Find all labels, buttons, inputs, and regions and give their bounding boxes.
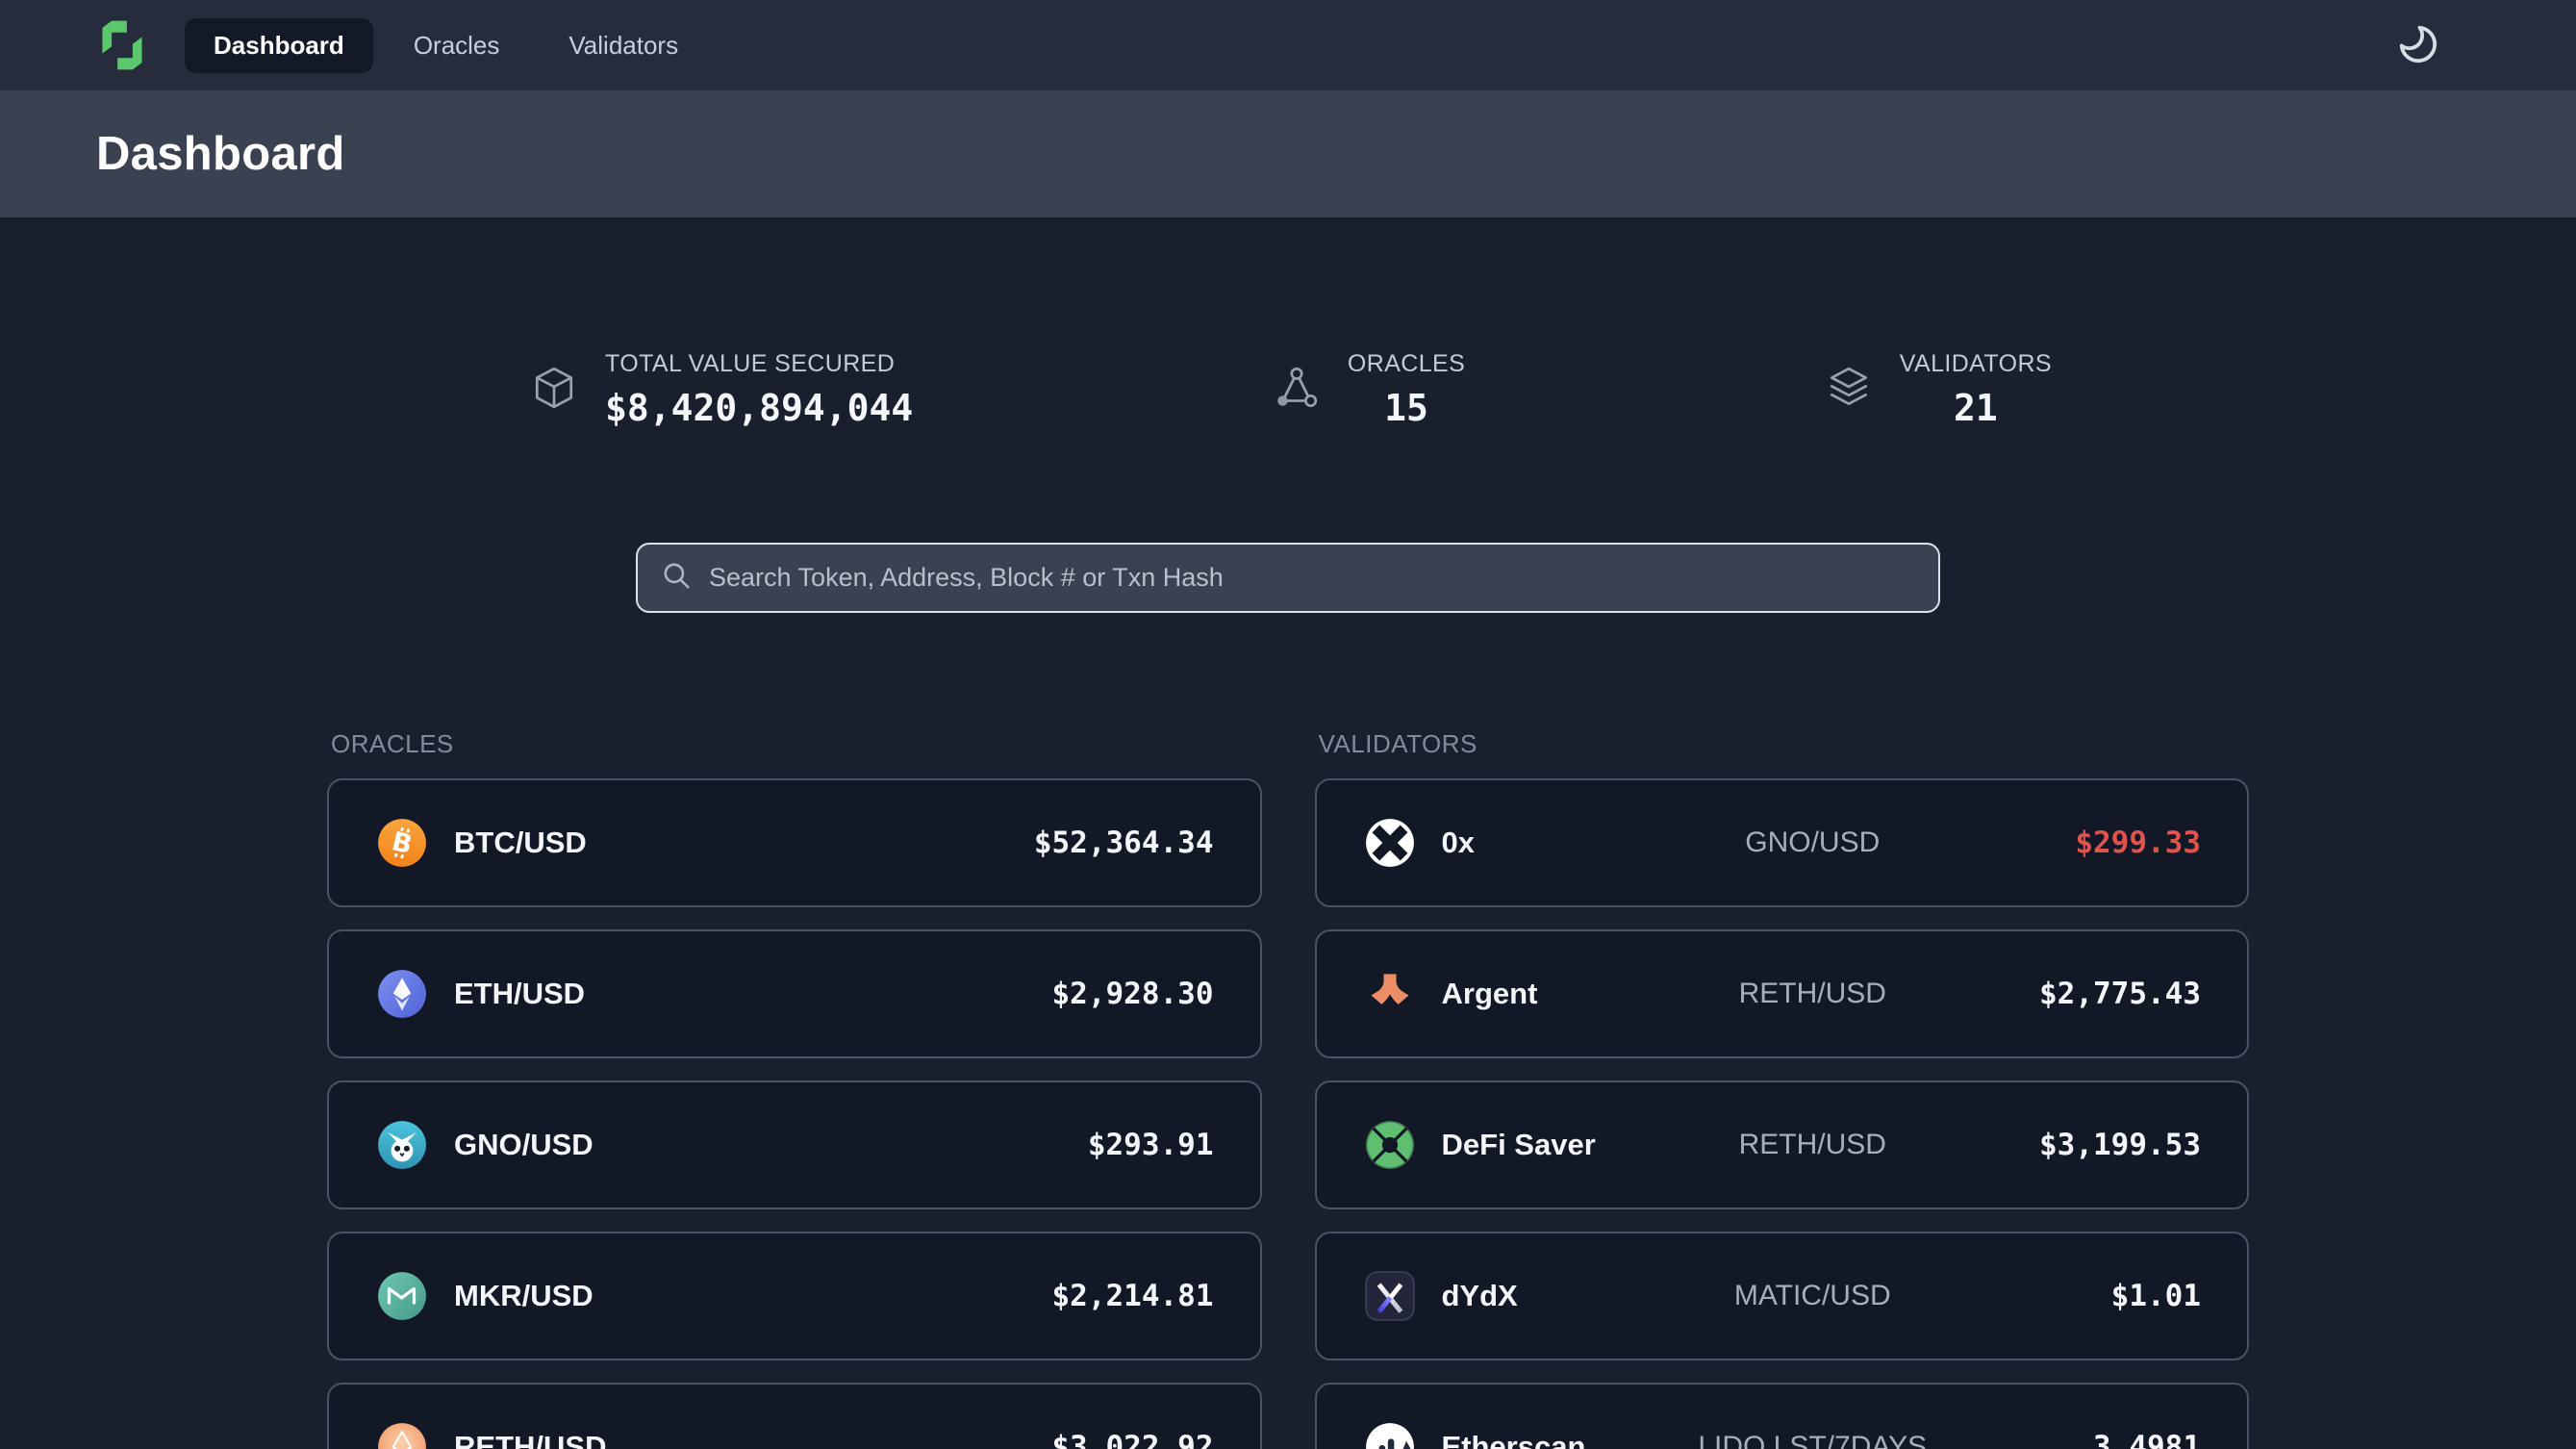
oracle-pair: GNO/USD [454, 1128, 593, 1162]
stat-value: $8,420,894,044 [605, 387, 913, 429]
validator-name: Argent [1442, 977, 1538, 1011]
oracle-price: $293.91 [1088, 1128, 1214, 1162]
stat-validators: VALIDATORS 21 [1825, 350, 2052, 429]
oracles-list: B BTC/USD $52,364.34 ETH/USD $2,928.30 G… [327, 778, 1262, 1449]
main-content: TOTAL VALUE SECURED $8,420,894,044 ORACL… [0, 350, 2576, 1449]
validator-name: dYdX [1442, 1279, 1518, 1313]
network-icon [1273, 350, 1321, 417]
layers-icon [1825, 350, 1873, 417]
validators-section: VALIDATORS 0x GNO/USD $299.33 Argent RET… [1315, 729, 2250, 1449]
argent-icon [1365, 969, 1415, 1019]
lists-area: ORACLES B BTC/USD $52,364.34 ETH/USD $2,… [327, 729, 2249, 1449]
stat-label: ORACLES [1348, 350, 1465, 378]
validator-row[interactable]: DeFi Saver RETH/USD $3,199.53 [1315, 1080, 2250, 1209]
mkr-icon [377, 1271, 427, 1321]
validators-list: 0x GNO/USD $299.33 Argent RETH/USD $2,77… [1315, 778, 2250, 1449]
defisaver-icon [1365, 1120, 1415, 1170]
stat-label: TOTAL VALUE SECURED [605, 350, 913, 378]
gno-icon [377, 1120, 427, 1170]
validator-row[interactable]: Etherscan LIDO LST/7DAYS 3.4981 [1315, 1383, 2250, 1449]
oracle-row[interactable]: B BTC/USD $52,364.34 [327, 778, 1262, 907]
page-title: Dashboard [96, 127, 345, 181]
oracle-row[interactable]: GNO/USD $293.91 [327, 1080, 1262, 1209]
nav-tab-dashboard[interactable]: Dashboard [185, 18, 373, 73]
validator-name: 0x [1442, 826, 1475, 860]
eth-icon [377, 969, 427, 1019]
stat-label: VALIDATORS [1900, 350, 2052, 378]
oracle-row[interactable]: ETH/USD $2,928.30 [327, 929, 1262, 1058]
reth-icon [377, 1422, 427, 1449]
stat-total-value-secured: TOTAL VALUE SECURED $8,420,894,044 [530, 350, 913, 429]
validator-pair: MATIC/USD [1734, 1280, 1891, 1312]
stat-value: 15 [1348, 387, 1465, 429]
validator-price: $1.01 [2111, 1279, 2201, 1313]
package-icon [530, 350, 578, 417]
validator-price: $2,775.43 [2039, 977, 2201, 1011]
validator-row[interactable]: Argent RETH/USD $2,775.43 [1315, 929, 2250, 1058]
0x-icon [1365, 818, 1415, 868]
nav-tabs: Dashboard Oracles Validators [185, 18, 707, 73]
validator-price: $299.33 [2075, 826, 2201, 860]
btc-icon: B [377, 818, 427, 868]
oracle-pair: MKR/USD [454, 1279, 593, 1313]
validator-row[interactable]: 0x GNO/USD $299.33 [1315, 778, 2250, 907]
search-input[interactable] [709, 563, 1915, 593]
oracle-price: $3,022.92 [1052, 1430, 1214, 1449]
validator-pair: GNO/USD [1745, 826, 1880, 859]
oracle-row[interactable]: RETH/USD $3,022.92 [327, 1383, 1262, 1449]
oracle-pair: BTC/USD [454, 826, 587, 860]
oracle-row[interactable]: MKR/USD $2,214.81 [327, 1232, 1262, 1360]
nav-tab-validators[interactable]: Validators [540, 18, 707, 73]
oracle-price: $2,214.81 [1052, 1279, 1214, 1313]
validators-section-label: VALIDATORS [1319, 729, 2250, 759]
chronicle-logo-icon [94, 17, 150, 73]
oracles-section: ORACLES B BTC/USD $52,364.34 ETH/USD $2,… [327, 729, 1262, 1449]
validator-row[interactable]: dYdX MATIC/USD $1.01 [1315, 1232, 2250, 1360]
search-bar[interactable] [636, 543, 1940, 613]
oracle-price: $52,364.34 [1034, 826, 1214, 860]
theme-toggle-button[interactable] [2395, 22, 2441, 68]
top-nav: Dashboard Oracles Validators [0, 0, 2576, 90]
oracle-pair: ETH/USD [454, 977, 585, 1011]
nav-tab-oracles[interactable]: Oracles [385, 18, 529, 73]
validator-name: Etherscan [1442, 1430, 1586, 1449]
validator-pair: RETH/USD [1739, 978, 1886, 1010]
stat-value: 21 [1900, 387, 2052, 429]
validator-pair: RETH/USD [1739, 1129, 1886, 1161]
search-icon [661, 560, 692, 596]
stat-oracles: ORACLES 15 [1273, 350, 1465, 429]
oracle-pair: RETH/USD [454, 1430, 606, 1449]
oracles-section-label: ORACLES [331, 729, 1262, 759]
etherscan-icon [1365, 1422, 1415, 1449]
page-header: Dashboard [0, 90, 2576, 217]
validator-name: DeFi Saver [1442, 1128, 1596, 1162]
moon-icon [2396, 55, 2440, 69]
oracle-price: $2,928.30 [1052, 977, 1214, 1011]
stats-row: TOTAL VALUE SECURED $8,420,894,044 ORACL… [327, 350, 2249, 429]
validator-price: $3,199.53 [2039, 1128, 2201, 1162]
validator-price: 3.4981 [2093, 1430, 2201, 1449]
dydx-icon [1365, 1271, 1415, 1321]
validator-pair: LIDO LST/7DAYS [1698, 1431, 1927, 1449]
